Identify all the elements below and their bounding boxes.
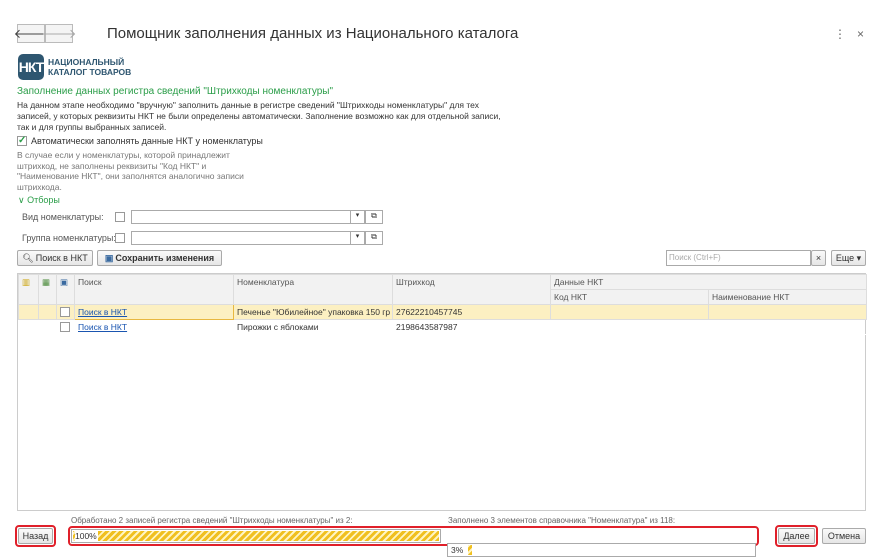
row-checkbox[interactable] (56, 319, 75, 335)
window-title: Помощник заполнения данных из Национальн… (107, 25, 519, 42)
table-row[interactable]: Поиск в НКТ Печенье "Юбилейное" упаковка… (18, 304, 868, 320)
close-icon[interactable]: × (857, 27, 864, 41)
table-search-input[interactable]: Поиск (Ctrl+F) (666, 250, 811, 266)
section-description: На данном этапе необходимо "вручную" зап… (17, 100, 501, 132)
group-input[interactable] (131, 231, 365, 245)
save-icon: ▣ (104, 252, 114, 263)
more-icon[interactable]: ⋮ (834, 27, 846, 41)
search-nkt-button[interactable]: 🔍︎ Поиск в НКТ (17, 250, 93, 266)
arrow-right-icon: 🡒 (41, 25, 77, 41)
nkt-logo: НКТ (18, 54, 44, 80)
save-changes-button[interactable]: ▣ Сохранить изменения (97, 250, 222, 266)
group-checkbox[interactable] (115, 233, 125, 243)
search-link[interactable]: Поиск в НКТ (74, 304, 234, 320)
dropdown-icon[interactable]: ▾ (350, 231, 365, 245)
vid-label: Вид номенклатуры: (22, 212, 104, 222)
nomenclature-cell: Печенье "Юбилейное" упаковка 150 гр (233, 304, 393, 320)
nkt-name-cell (707, 304, 868, 320)
table-row[interactable]: Поиск в НКТ Пирожки с яблоками 219864358… (18, 319, 868, 335)
header-search[interactable]: Поиск (74, 274, 234, 305)
right-progress-bar: 3% (447, 543, 756, 557)
nomenclature-cell: Пирожки с яблоками (233, 319, 393, 335)
chevron-down-icon: ∨ (18, 195, 25, 205)
header-nkt-name[interactable]: Наименование НКТ (707, 289, 868, 305)
next-button[interactable]: Далее (778, 528, 815, 544)
logo-text: НАЦИОНАЛЬНЫЙ КАТАЛОГ ТОВАРОВ (48, 57, 132, 77)
left-progress-label: Обработано 2 записей регистра сведений "… (71, 516, 353, 525)
barcode-cell: 2198643587987 (392, 319, 551, 335)
check-icon: ✓ (17, 135, 27, 146)
barcode-table: ▥ ▦ ▣ Поиск Номенклатура Штрихкод Данные… (18, 274, 868, 335)
nkt-code-cell (550, 304, 709, 320)
save-col-icon[interactable]: ▣ (56, 274, 75, 305)
auto-fill-note: В случае если у номенклатуры, которой пр… (17, 150, 244, 192)
header-barcode[interactable]: Штрихкод (392, 274, 551, 305)
header-nkt-data: Данные НКТ (549, 274, 868, 290)
row-checkbox[interactable] (56, 304, 75, 320)
table-frame: ▥ ▦ ▣ Поиск Номенклатура Штрихкод Данные… (17, 273, 868, 511)
barcode-cell: 27622210457745 (392, 304, 551, 320)
vid-input[interactable] (131, 210, 365, 224)
calc-icon[interactable]: ▦ (38, 274, 57, 305)
left-progress-bar: 100% (71, 529, 441, 543)
search-icon: 🔍︎ (22, 252, 34, 263)
dropdown-icon[interactable]: ▾ (350, 210, 365, 224)
forward-nav-button[interactable]: 🡒 (42, 24, 76, 43)
more-button[interactable]: Еще ▾ (831, 250, 866, 266)
open-icon[interactable]: ⧉ (365, 210, 383, 224)
auto-fill-label: Автоматически заполнять данные НКТ у ном… (31, 136, 263, 146)
nkt-name-cell (707, 319, 868, 335)
clear-search-button[interactable]: × (811, 250, 826, 266)
search-link[interactable]: Поиск в НКТ (74, 319, 234, 335)
header-nomenclature[interactable]: Номенклатура (233, 274, 393, 305)
auto-fill-checkbox[interactable]: ✓ Автоматически заполнять данные НКТ у н… (17, 136, 263, 146)
columns-icon[interactable]: ▥ (18, 274, 39, 305)
nkt-code-cell (550, 319, 709, 335)
right-progress-label: Заполнено 3 элементов справочника "Номен… (448, 516, 676, 525)
header-nkt-code[interactable]: Код НКТ (550, 289, 709, 305)
cancel-button[interactable]: Отмена (822, 528, 866, 544)
group-label: Группа номенклатуры: (22, 233, 116, 243)
section-heading: Заполнение данных регистра сведений "Штр… (17, 86, 334, 97)
vid-checkbox[interactable] (115, 212, 125, 222)
filters-toggle[interactable]: ∨ Отборы (18, 195, 60, 206)
back-button[interactable]: Назад (18, 528, 53, 544)
open-icon[interactable]: ⧉ (365, 231, 383, 245)
